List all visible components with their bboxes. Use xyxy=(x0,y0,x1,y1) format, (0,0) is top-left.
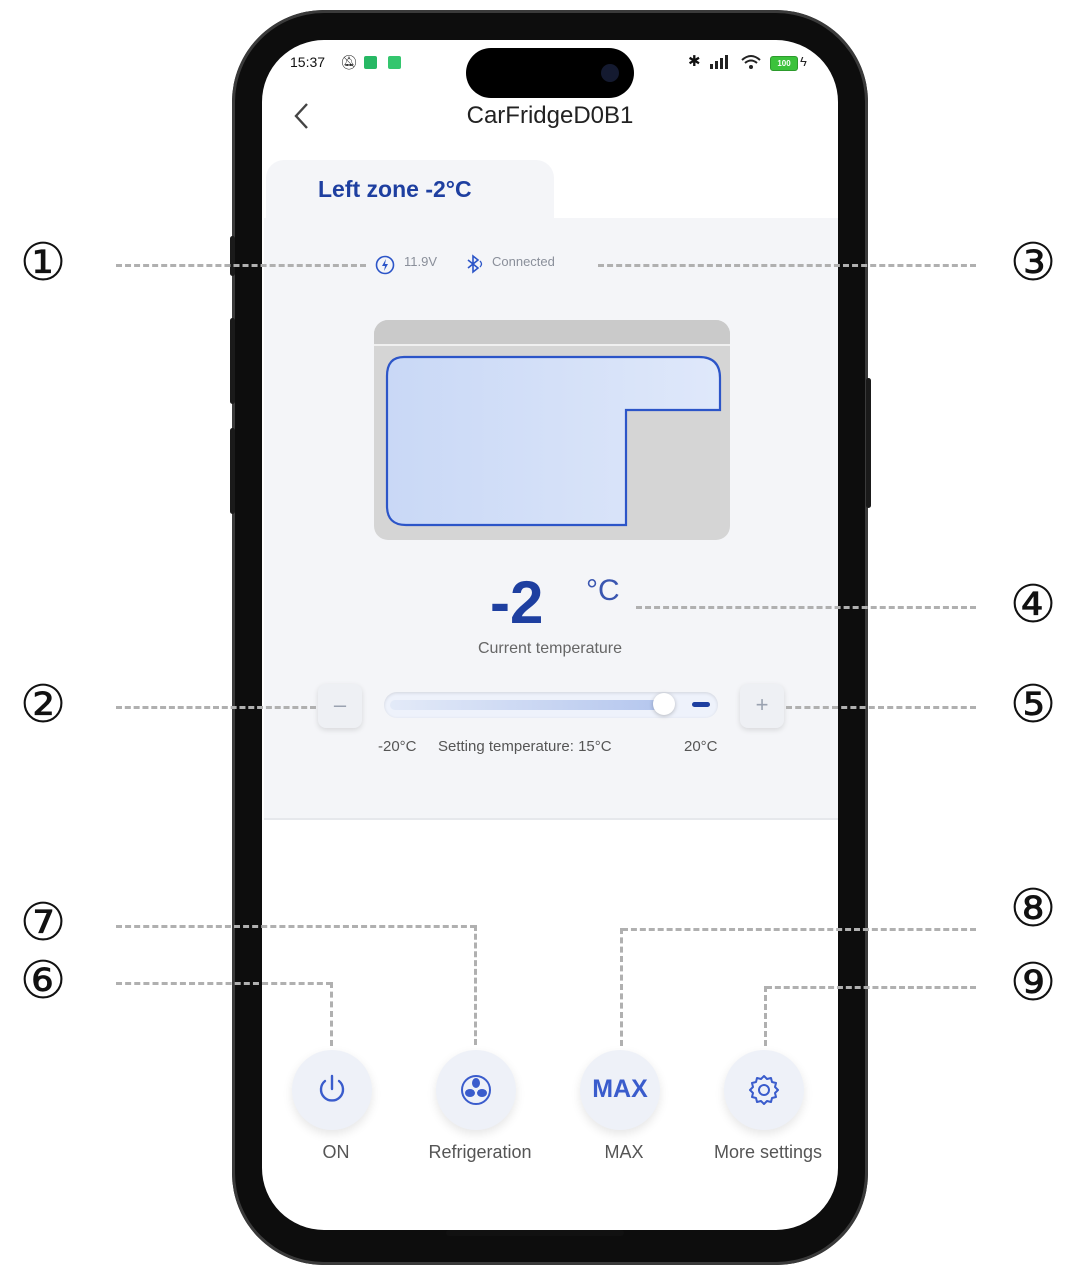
current-temperature-value: -2 xyxy=(490,569,544,636)
power-button-label: ON xyxy=(322,1142,350,1162)
callout-8-line xyxy=(622,928,976,931)
bluetooth-icon: ✱ xyxy=(688,53,701,70)
min-temperature-label: -20°C xyxy=(378,738,417,755)
callout-4: ④ xyxy=(1009,575,1057,635)
left-zone-shape xyxy=(385,355,722,527)
callout-3: ③ xyxy=(1009,233,1057,293)
phone-side-button xyxy=(230,236,235,276)
temperature-slider[interactable] xyxy=(384,692,718,718)
connection-status: Connected xyxy=(492,254,555,269)
callout-9: ⑨ xyxy=(1009,953,1057,1013)
callout-5: ⑤ xyxy=(1009,675,1057,735)
callout-2: ② xyxy=(19,675,67,735)
slider-fill xyxy=(390,700,664,710)
power-button[interactable] xyxy=(292,1050,372,1130)
voltage-icon xyxy=(375,255,395,275)
tab-left-zone-label: Left zone -2°C xyxy=(318,176,472,202)
max-button-label: MAX xyxy=(604,1142,644,1162)
home-indicator xyxy=(446,1230,624,1236)
callout-7: ⑦ xyxy=(19,893,67,953)
bluetooth-icon xyxy=(467,254,483,274)
max-icon: MAX xyxy=(592,1075,648,1103)
battery-icon: 100 xyxy=(770,56,798,71)
fan-icon xyxy=(461,1075,491,1105)
more-settings-button[interactable] xyxy=(724,1050,804,1130)
wifi-icon xyxy=(741,55,761,69)
setting-temperature-label: Setting temperature: 15°C xyxy=(438,738,612,755)
callout-9-line xyxy=(764,986,767,1046)
slider-end-marker xyxy=(692,702,710,707)
fridge-lid xyxy=(374,320,730,346)
power-icon xyxy=(319,1074,345,1102)
refrigeration-button-label: Refrigeration xyxy=(428,1142,532,1162)
current-temperature-unit: °C xyxy=(586,574,620,607)
signal-icon xyxy=(710,55,728,69)
camera-icon xyxy=(601,64,619,82)
phone-side-button xyxy=(230,318,235,404)
mute-icon: 🔕︎ xyxy=(340,54,358,70)
status-time: 15:37 xyxy=(290,54,326,70)
decrease-temperature-button[interactable]: – xyxy=(318,684,362,728)
callout-9-line xyxy=(766,986,976,989)
max-temperature-label: 20°C xyxy=(684,738,718,755)
phone-side-button xyxy=(866,378,871,508)
slider-handle[interactable] xyxy=(652,693,675,715)
app-notification-icon xyxy=(388,56,401,69)
callout-6: ⑥ xyxy=(19,951,67,1011)
page-title: CarFridgeD0B1 xyxy=(466,102,634,129)
phone-side-button xyxy=(230,428,235,514)
callout-8-line xyxy=(620,928,623,1046)
callout-2-line xyxy=(116,706,316,709)
callout-8: ⑧ xyxy=(1009,879,1057,939)
charging-icon: ϟ xyxy=(800,54,807,69)
more-settings-button-label: More settings xyxy=(713,1142,823,1162)
increase-temperature-button[interactable]: + xyxy=(740,684,784,728)
current-temperature-label: Current temperature xyxy=(477,640,623,657)
gear-icon xyxy=(749,1075,779,1105)
callout-7-line xyxy=(116,925,476,928)
callout-5-line xyxy=(786,706,976,709)
callout-7-line xyxy=(474,925,477,1045)
callout-1-line xyxy=(116,264,366,267)
voltage-value: 11.9V xyxy=(404,254,438,269)
callout-6-line xyxy=(330,982,333,1046)
callout-4-line xyxy=(636,606,976,609)
callout-6-line xyxy=(116,982,332,985)
app-notification-icon xyxy=(364,56,377,69)
callout-1: ① xyxy=(19,233,67,293)
callout-3-line xyxy=(598,264,976,267)
max-button[interactable]: MAX xyxy=(580,1050,660,1130)
refrigeration-button[interactable] xyxy=(436,1050,516,1130)
